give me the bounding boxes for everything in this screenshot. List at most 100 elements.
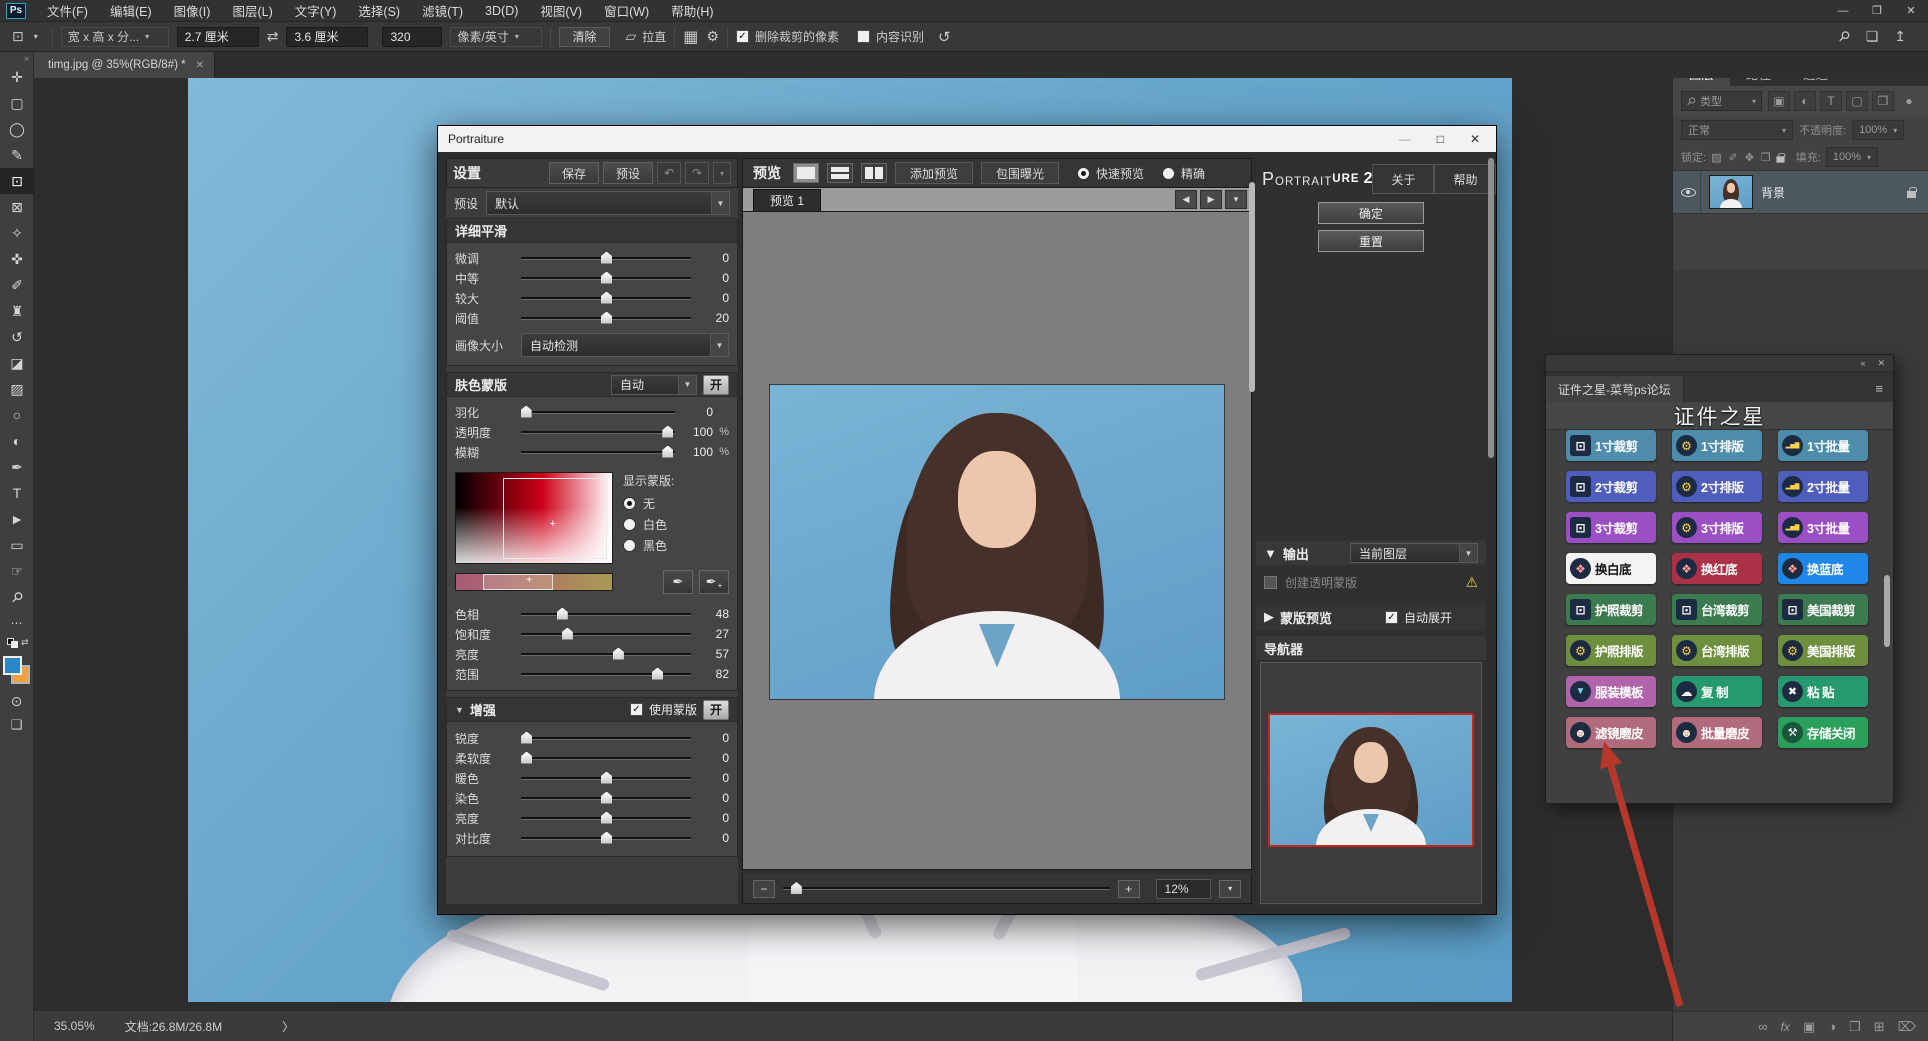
slider-track[interactable] [521, 653, 691, 656]
collapse-triangle-icon[interactable]: ▼ [455, 705, 464, 715]
marquee-tool[interactable]: ▢ [0, 90, 34, 116]
history-brush-tool[interactable]: ↺ [0, 324, 34, 350]
layer-visibility-toggle[interactable] [1677, 171, 1701, 213]
slider-thumb[interactable] [521, 752, 532, 764]
menu-item[interactable]: 帮助(H) [660, 0, 724, 22]
split-vertical-icon[interactable] [861, 163, 887, 183]
minimize-button[interactable]: — [1826, 0, 1860, 22]
gradient-tool[interactable]: ▨ [0, 376, 34, 402]
workspace-icon[interactable]: ❏ [1866, 28, 1879, 45]
dialog-maximize-icon[interactable]: □ [1437, 132, 1444, 146]
radio-icon[interactable] [623, 518, 636, 531]
slider-track[interactable] [521, 277, 691, 280]
crop-settings-gear-icon[interactable]: ⚙ [706, 28, 719, 45]
swap-dimensions-icon[interactable]: ⇄ [267, 28, 279, 45]
crop-resolution-field[interactable]: 320 [382, 27, 442, 47]
preset-button[interactable]: 预设 [603, 162, 653, 184]
star-button[interactable]: ⊡美国裁剪 [1778, 594, 1868, 625]
reset-button[interactable]: 重置 [1318, 230, 1424, 252]
slider-thumb[interactable] [652, 668, 663, 680]
more-tools-icon[interactable]: ⋯ [11, 616, 23, 630]
slider-thumb[interactable] [562, 628, 573, 640]
star-button[interactable]: ▂▅▇1寸批量 [1778, 430, 1868, 461]
star-button[interactable]: ⚙护照排版 [1566, 635, 1656, 666]
pen-tool[interactable]: ✒ [0, 454, 34, 480]
bracket-exposure-button[interactable]: 包围曝光 [981, 162, 1059, 184]
star-button[interactable]: ⚙美国排版 [1778, 635, 1868, 666]
slider-track[interactable] [521, 297, 691, 300]
clone-stamp-tool[interactable]: ♜ [0, 298, 34, 324]
shape-filter-icon[interactable]: ▢ [1846, 91, 1868, 111]
lock-position-icon[interactable]: ✥ [1745, 151, 1754, 164]
content-aware-checkbox[interactable]: 内容识别 [857, 28, 924, 45]
star-button[interactable]: ⚙台湾排版 [1672, 635, 1762, 666]
skin-mask-mode-select[interactable]: 自动 ▼ [611, 375, 697, 395]
crop-tool[interactable]: ⊡ [0, 168, 34, 194]
hue-strip[interactable]: + [455, 573, 613, 591]
tool-preset-picker[interactable]: ⊡ ▾ [8, 27, 44, 47]
star-button[interactable]: ❖换白底 [1566, 553, 1656, 584]
star-button[interactable]: ❖换蓝底 [1778, 553, 1868, 584]
zoom-in-button[interactable]: + [1118, 880, 1140, 898]
menu-item[interactable]: 窗口(W) [593, 0, 660, 22]
slider-thumb[interactable] [601, 832, 612, 844]
healing-brush-tool[interactable]: ✜ [0, 246, 34, 272]
star-button[interactable]: ▂▅▇3寸批量 [1778, 512, 1868, 543]
enhance-power-button[interactable]: 开 [703, 700, 729, 720]
resolution-unit-select[interactable]: 像素/英寸▾ [450, 27, 542, 47]
move-tool[interactable]: ✛ [0, 64, 34, 90]
slider-track[interactable] [521, 411, 675, 414]
adjustment-layer-icon[interactable]: ◑ [1828, 1019, 1836, 1034]
shape-tool[interactable]: ▭ [0, 532, 34, 558]
crop-height-field[interactable]: 3.6 厘米 [286, 27, 368, 47]
auto-expand-checkbox[interactable]: ✓ 自动展开 [1385, 609, 1452, 626]
star-button[interactable]: ⊡护照裁剪 [1566, 594, 1656, 625]
star-button[interactable]: ⊡2寸裁剪 [1566, 471, 1656, 502]
path-selection-tool[interactable]: ► [0, 506, 34, 532]
hand-tool[interactable]: ☞ [0, 558, 34, 584]
skin-mask-power-button[interactable]: 开 [703, 375, 729, 395]
prev-tab-icon[interactable]: ◀ [1175, 190, 1197, 209]
menu-item[interactable]: 文字(Y) [284, 0, 348, 22]
preset-select[interactable]: 默认 ▼ [486, 191, 730, 215]
star-button[interactable]: ▂▅▇2寸批量 [1778, 471, 1868, 502]
slider-track[interactable] [521, 317, 691, 320]
slider-track[interactable] [521, 257, 691, 260]
lock-artboard-icon[interactable]: ❒ [1761, 151, 1771, 164]
panel-tab[interactable]: 证件之星-菜芎ps论坛 [1546, 376, 1684, 402]
zoom-slider-track[interactable] [783, 887, 1110, 890]
lock-all-icon[interactable] [1776, 156, 1784, 162]
straighten-button[interactable]: ▱ 拉直 [626, 28, 667, 45]
undo-icon[interactable]: ↶ [657, 162, 681, 184]
mask-option[interactable]: 白色 [623, 514, 729, 535]
layer-effects-icon[interactable]: fx [1781, 1020, 1790, 1034]
slider-track[interactable] [521, 673, 691, 676]
preview-canvas[interactable] [742, 212, 1252, 870]
menu-item[interactable]: 图层(L) [221, 0, 283, 22]
collapse-panel-icon[interactable]: « [1860, 358, 1865, 368]
star-button[interactable]: ✖粘 贴 [1778, 676, 1868, 707]
star-button[interactable]: ❖换红底 [1672, 553, 1762, 584]
reset-tool-icon[interactable]: ↺ [938, 28, 951, 46]
quick-mask-icon[interactable]: ⊙ [11, 693, 23, 710]
default-colors-icon[interactable]: ⇄ [5, 637, 29, 649]
use-mask-checkbox[interactable]: ✓ 使用蒙版 [630, 701, 697, 718]
navigator-thumbnail[interactable] [1268, 713, 1474, 847]
layer-group-icon[interactable]: ❒ [1849, 1019, 1861, 1035]
panel-menu-icon[interactable]: ≡ [1865, 381, 1893, 402]
star-button[interactable]: ⚙3寸排版 [1672, 512, 1762, 543]
overlay-options-icon[interactable]: ▦ [683, 27, 698, 47]
right-column-scrollbar[interactable] [1488, 158, 1494, 458]
swap-colors-icon[interactable]: ⇄ [21, 637, 29, 648]
mask-option[interactable]: 无 [623, 493, 729, 514]
ok-button[interactable]: 确定 [1318, 202, 1424, 224]
add-preview-button[interactable]: 添加预览 [895, 162, 973, 184]
color-filter-icon[interactable]: ● [1898, 91, 1920, 111]
skin-color-picker[interactable]: + [455, 472, 613, 564]
slider-thumb[interactable] [557, 608, 568, 620]
single-view-icon[interactable] [793, 163, 819, 183]
dialog-close-icon[interactable]: ✕ [1470, 132, 1480, 146]
radio-icon[interactable] [623, 497, 636, 510]
star-button[interactable]: ▼服装模板 [1566, 676, 1656, 707]
collapse-triangle-icon[interactable]: ▼ [1264, 546, 1277, 561]
